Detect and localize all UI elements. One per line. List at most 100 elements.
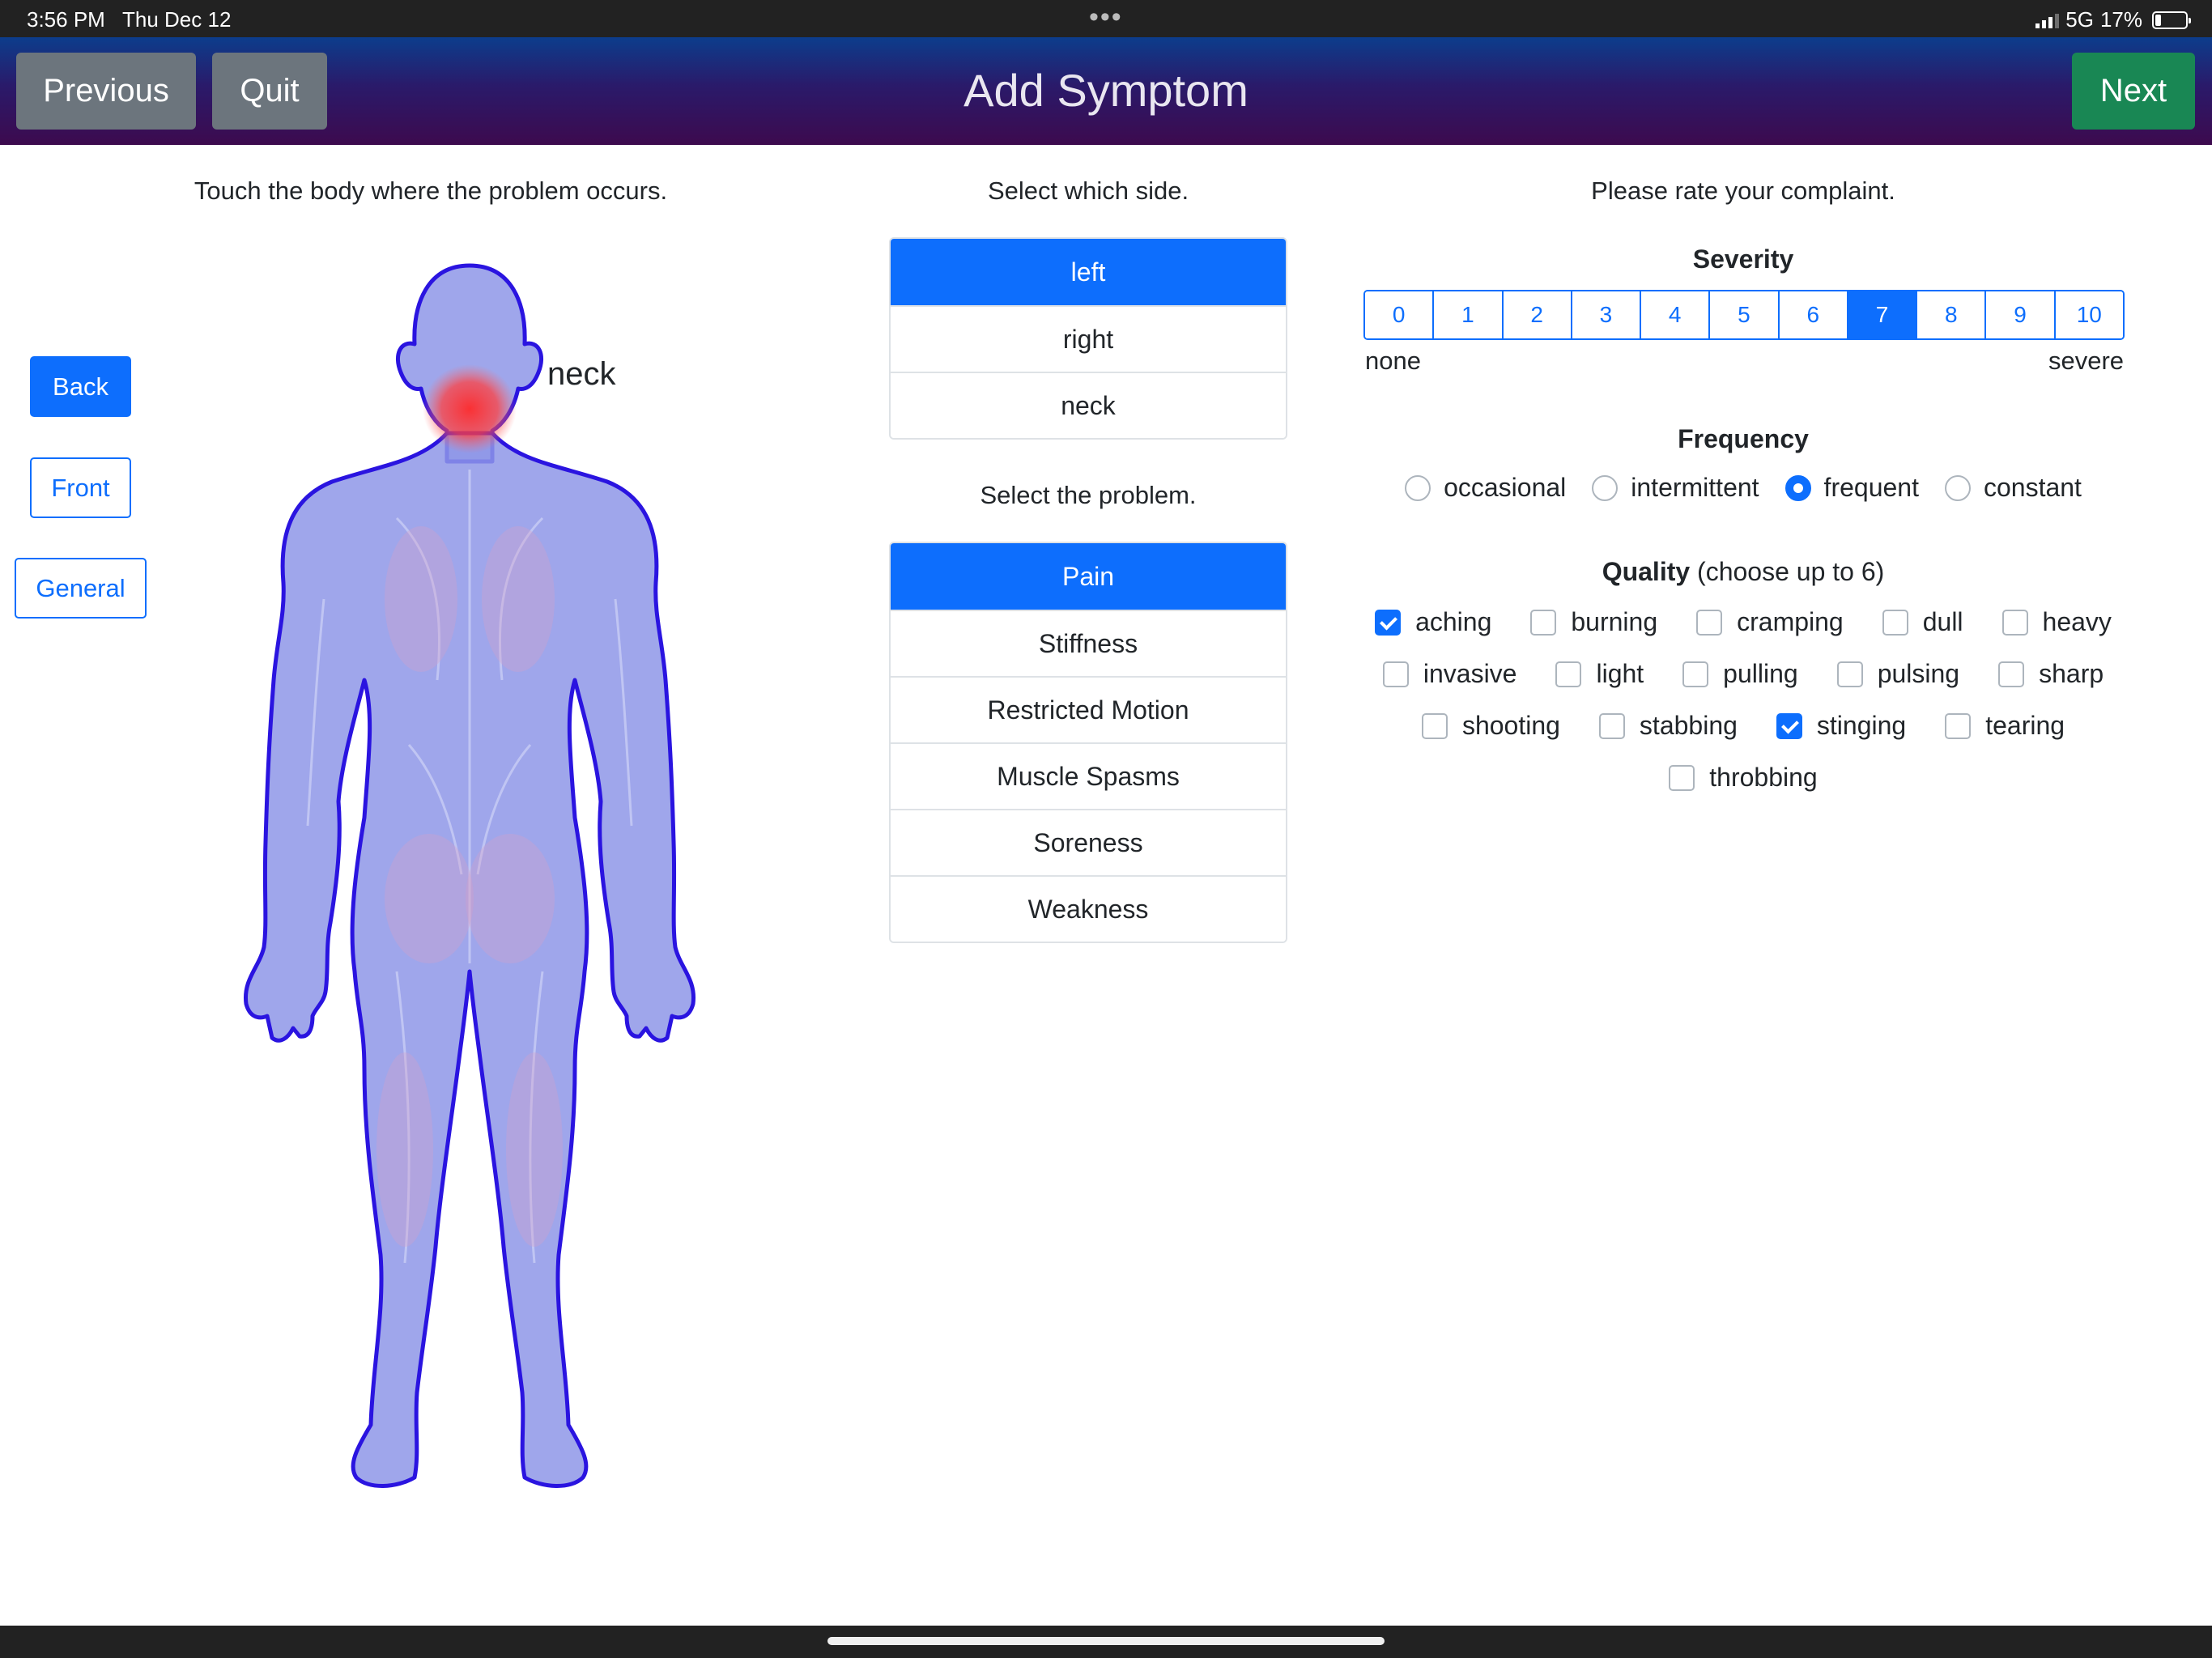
quality-option-label: stabbing bbox=[1639, 711, 1738, 740]
quality-option-label: invasive bbox=[1423, 659, 1517, 688]
checkbox-icon[interactable] bbox=[1669, 764, 1695, 791]
quality-cramping[interactable]: cramping bbox=[1696, 607, 1844, 637]
quality-shooting[interactable]: shooting bbox=[1421, 711, 1560, 741]
severity-8[interactable]: 8 bbox=[1916, 291, 1985, 338]
checkbox-icon[interactable] bbox=[1945, 712, 1972, 739]
frequency-option-label: intermittent bbox=[1631, 473, 1759, 502]
battery-icon bbox=[2152, 11, 2191, 29]
frequency-intermittent[interactable]: intermittent bbox=[1592, 473, 1759, 503]
severity-0[interactable]: 0 bbox=[1365, 291, 1433, 338]
severity-min-label: none bbox=[1365, 346, 1421, 375]
quality-label: Quality bbox=[1602, 557, 1691, 586]
severity-3[interactable]: 3 bbox=[1570, 291, 1640, 338]
multitasking-dots-icon[interactable]: ••• bbox=[1089, 2, 1123, 33]
checkbox-icon[interactable] bbox=[1998, 661, 2025, 687]
network-type: 5G bbox=[2065, 7, 2094, 32]
front-view-button[interactable]: Front bbox=[30, 457, 131, 518]
radio-selected-icon[interactable] bbox=[1784, 474, 1811, 501]
frequency-options: occasional intermittent frequent constan… bbox=[1363, 473, 2124, 503]
problem-option-stiffness[interactable]: Stiffness bbox=[891, 610, 1286, 676]
rating-instruction: Please rate your complaint. bbox=[1591, 176, 1895, 205]
severity-label: Severity bbox=[1692, 244, 1794, 274]
severity-6[interactable]: 6 bbox=[1777, 291, 1847, 338]
quality-option-label: shooting bbox=[1461, 711, 1560, 740]
frequency-option-label: occasional bbox=[1444, 473, 1567, 502]
body-map[interactable] bbox=[235, 259, 704, 1522]
status-bar: 3:56 PM Thu Dec 12 ••• 5G 17% bbox=[0, 0, 2212, 37]
frequency-constant[interactable]: constant bbox=[1944, 473, 2082, 503]
status-time: 3:56 PM bbox=[27, 7, 105, 32]
radio-icon[interactable] bbox=[1944, 474, 1971, 501]
severity-7[interactable]: 7 bbox=[1846, 291, 1916, 338]
quality-row-1: aching burning cramping dull heavy bbox=[1363, 607, 2124, 637]
quality-light[interactable]: light bbox=[1555, 659, 1644, 689]
app-header: Previous Quit Add Symptom Next bbox=[0, 37, 2212, 145]
side-option-right[interactable]: right bbox=[891, 305, 1286, 372]
quality-aching[interactable]: aching bbox=[1375, 607, 1491, 637]
quality-throbbing[interactable]: throbbing bbox=[1669, 763, 1818, 793]
quality-invasive[interactable]: invasive bbox=[1382, 659, 1517, 689]
checkbox-icon[interactable] bbox=[1555, 661, 1582, 687]
severity-4[interactable]: 4 bbox=[1640, 291, 1709, 338]
checkbox-icon[interactable] bbox=[1696, 609, 1723, 636]
quality-row-3: shooting stabbing stinging tearing bbox=[1363, 711, 2124, 741]
problem-option-muscle-spasms[interactable]: Muscle Spasms bbox=[891, 742, 1286, 809]
quality-burning[interactable]: burning bbox=[1530, 607, 1657, 637]
quality-option-label: burning bbox=[1571, 607, 1658, 636]
neck-highlight[interactable] bbox=[423, 364, 517, 453]
checkbox-icon[interactable] bbox=[1421, 712, 1448, 739]
checkbox-icon[interactable] bbox=[1382, 661, 1409, 687]
frequency-option-label: frequent bbox=[1823, 473, 1919, 502]
frequency-option-label: constant bbox=[1983, 473, 2082, 502]
side-list: left right neck bbox=[889, 237, 1287, 440]
problem-option-weakness[interactable]: Weakness bbox=[891, 875, 1286, 942]
quality-option-label: throbbing bbox=[1709, 763, 1818, 792]
quality-sharp[interactable]: sharp bbox=[1998, 659, 2104, 689]
quality-option-label: tearing bbox=[1985, 711, 2065, 740]
side-option-left[interactable]: left bbox=[891, 239, 1286, 305]
quality-option-label: aching bbox=[1415, 607, 1492, 636]
quality-option-label: stinging bbox=[1816, 711, 1907, 740]
general-view-button[interactable]: General bbox=[15, 558, 147, 619]
side-instruction: Select which side. bbox=[987, 176, 1189, 205]
frequency-frequent[interactable]: frequent bbox=[1784, 473, 1919, 503]
checkbox-icon[interactable] bbox=[1598, 712, 1625, 739]
quality-dull[interactable]: dull bbox=[1882, 607, 1963, 637]
checkbox-checked-icon[interactable] bbox=[1776, 712, 1802, 739]
quality-hint: (choose up to 6) bbox=[1697, 557, 1885, 586]
frequency-label: Frequency bbox=[1678, 424, 1809, 453]
quality-tearing[interactable]: tearing bbox=[1945, 711, 2065, 741]
next-button[interactable]: Next bbox=[2072, 53, 2195, 130]
problem-option-soreness[interactable]: Soreness bbox=[891, 809, 1286, 875]
checkbox-icon[interactable] bbox=[1530, 609, 1557, 636]
quality-pulsing[interactable]: pulsing bbox=[1836, 659, 1960, 689]
checkbox-icon[interactable] bbox=[1682, 661, 1709, 687]
quality-heavy[interactable]: heavy bbox=[2001, 607, 2112, 637]
quality-row-2: invasive light pulling pulsing sharp bbox=[1363, 659, 2124, 689]
home-bar bbox=[0, 1626, 2212, 1658]
radio-icon[interactable] bbox=[1405, 474, 1431, 501]
checkbox-checked-icon[interactable] bbox=[1375, 609, 1402, 636]
severity-5[interactable]: 5 bbox=[1708, 291, 1778, 338]
problem-option-pain[interactable]: Pain bbox=[891, 543, 1286, 610]
checkbox-icon[interactable] bbox=[2001, 609, 2028, 636]
quality-pulling[interactable]: pulling bbox=[1682, 659, 1798, 689]
checkbox-icon[interactable] bbox=[1836, 661, 1863, 687]
quality-stinging[interactable]: stinging bbox=[1776, 711, 1906, 741]
problem-option-restricted-motion[interactable]: Restricted Motion bbox=[891, 676, 1286, 742]
severity-9[interactable]: 9 bbox=[1984, 291, 2054, 338]
severity-10[interactable]: 10 bbox=[2053, 291, 2123, 338]
status-date: Thu Dec 12 bbox=[122, 7, 232, 32]
checkbox-icon[interactable] bbox=[1882, 609, 1908, 636]
quality-stabbing[interactable]: stabbing bbox=[1598, 711, 1738, 741]
severity-2[interactable]: 2 bbox=[1501, 291, 1571, 338]
back-view-button[interactable]: Back bbox=[30, 356, 131, 417]
severity-1[interactable]: 1 bbox=[1432, 291, 1502, 338]
quality-option-label: pulling bbox=[1723, 659, 1798, 688]
side-option-neck[interactable]: neck bbox=[891, 372, 1286, 438]
home-indicator[interactable] bbox=[827, 1637, 1385, 1645]
radio-icon[interactable] bbox=[1592, 474, 1619, 501]
problem-list: Pain Stiffness Restricted Motion Muscle … bbox=[889, 542, 1287, 943]
quality-option-label: pulsing bbox=[1877, 659, 1960, 688]
frequency-occasional[interactable]: occasional bbox=[1405, 473, 1566, 503]
